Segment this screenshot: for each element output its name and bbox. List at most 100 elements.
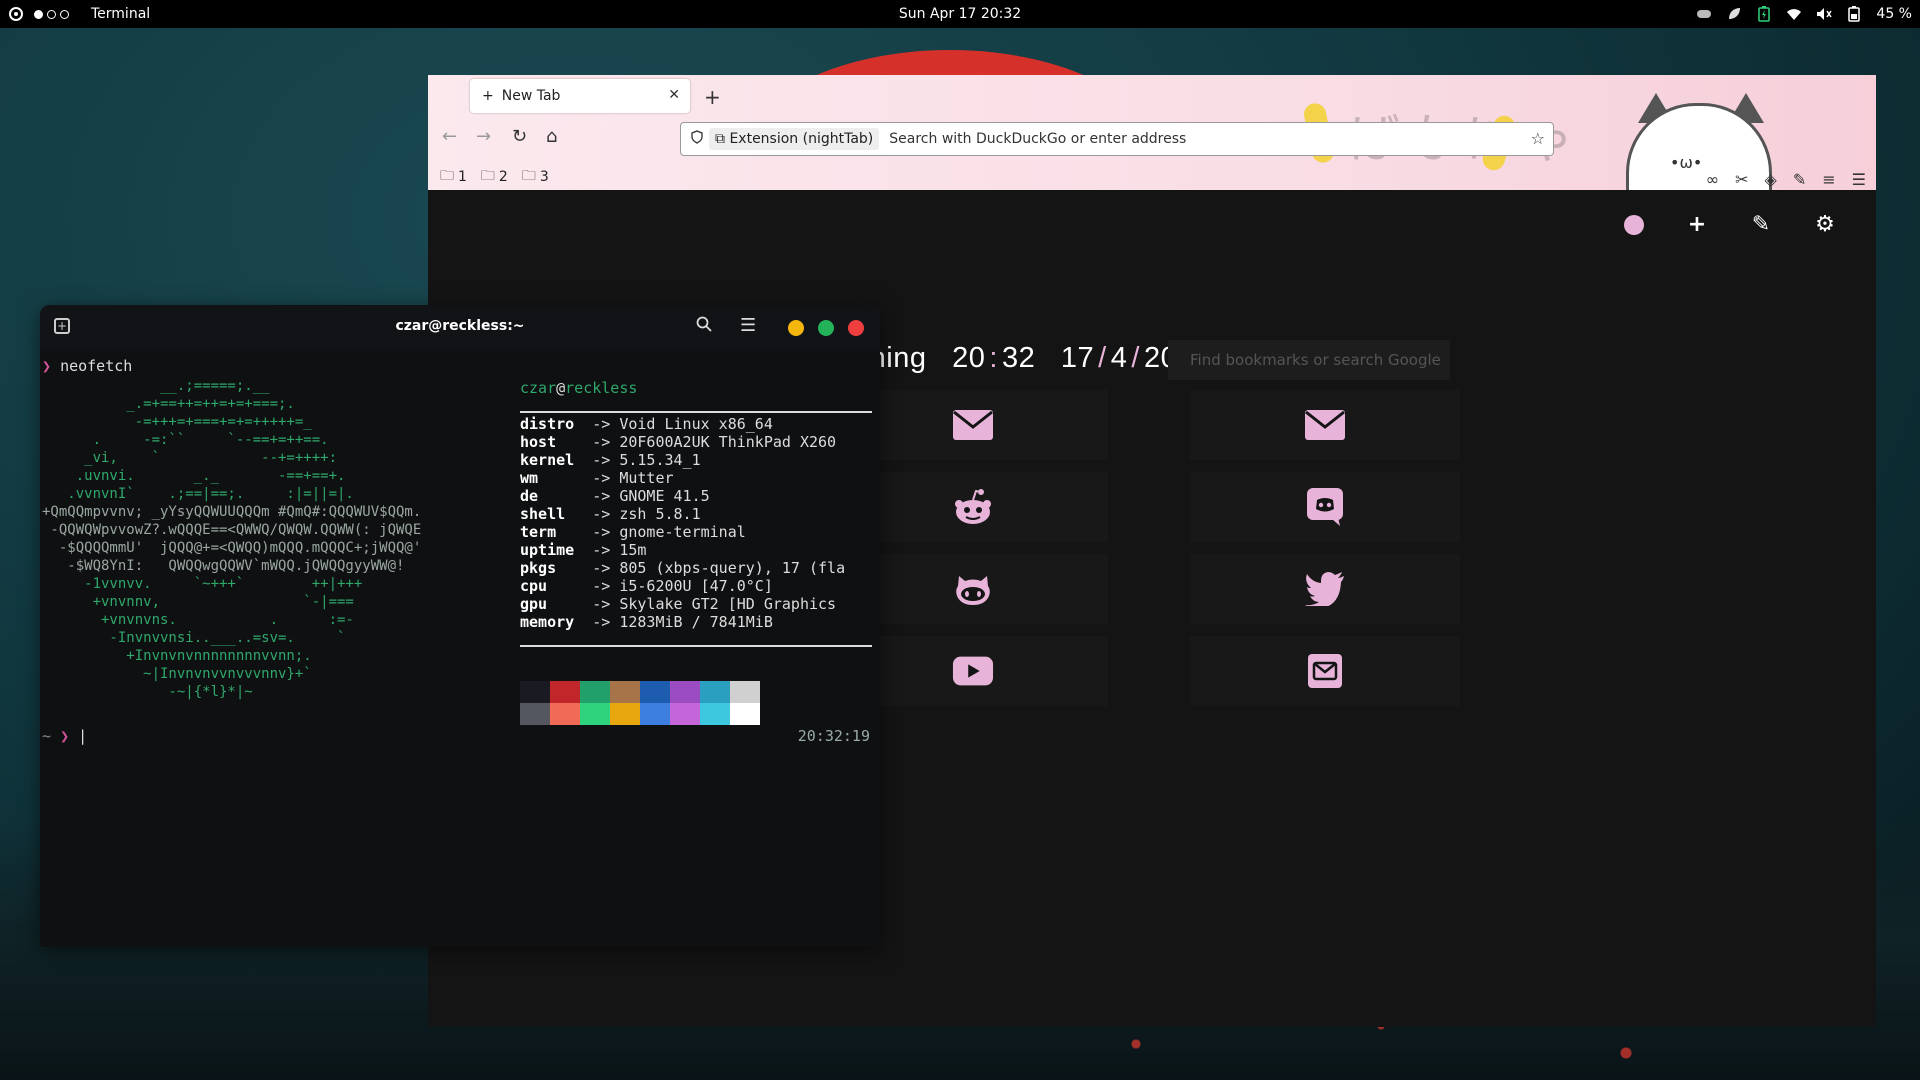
info-value: 15m — [619, 541, 647, 559]
bookmark-star-icon[interactable]: ☆ — [1531, 129, 1545, 148]
leaf-icon[interactable] — [1726, 6, 1742, 22]
info-arrow: -> — [583, 505, 620, 523]
new-tab-favicon-icon: + — [482, 88, 494, 104]
info-key: host — [520, 433, 584, 451]
info-arrow: -> — [583, 559, 620, 577]
extension-scissors-icon[interactable]: ✂ — [1735, 170, 1748, 189]
accent-color-button[interactable] — [1624, 214, 1644, 235]
color-swatch — [550, 703, 580, 725]
clock-hours: 20 — [952, 342, 986, 374]
info-row-term: term -> gnome-terminal — [520, 523, 746, 541]
battery-icon[interactable] — [1846, 6, 1862, 22]
bookmark-tile-discord[interactable] — [1190, 472, 1460, 542]
shield-icon[interactable] — [691, 130, 703, 148]
color-swatch — [520, 703, 550, 725]
date-day: 17 — [1060, 342, 1095, 374]
info-value: Mutter — [619, 469, 674, 487]
navigation-row: ← → ↻ ⌂ ⧉ Extension (nightTab) Search wi… — [428, 120, 1876, 189]
color-swatch — [670, 703, 700, 725]
info-row-distro: distro -> Void Linux x86_64 — [520, 415, 773, 433]
reddit-icon — [952, 489, 994, 525]
ascii-line: . -=:`` `--==+=++==. — [42, 432, 329, 448]
terminal-headerbar[interactable]: + czar@reckless:~ ☰ — [40, 305, 880, 351]
ascii-line: +Invnvnvnnnnnnnnvvnn;. — [42, 648, 312, 664]
close-tab-icon[interactable]: ✕ — [668, 87, 680, 103]
volume-muted-icon[interactable] — [1816, 6, 1833, 22]
wifi-icon[interactable] — [1786, 6, 1802, 22]
info-row-uptime: uptime -> 15m — [520, 541, 646, 559]
terminal-window[interactable]: + czar@reckless:~ ☰ ❯ neofetch __.;=====… — [40, 305, 880, 947]
color-swatch — [700, 681, 730, 703]
bookmark-folder-1[interactable]: 🗀 1 — [440, 165, 467, 189]
info-arrow: -> — [583, 541, 620, 559]
info-value: 5.15.34_1 — [619, 451, 701, 469]
color-swatch — [670, 681, 700, 703]
info-value: 805 (xbps-query), 17 (fla — [619, 559, 846, 577]
info-arrow: -> — [583, 451, 620, 469]
bookmark-folder-3[interactable]: 🗀 3 — [522, 165, 549, 189]
info-key: gpu — [520, 595, 584, 613]
ascii-line: +QmQQmpvvnv; _yYsyQQWUUQQQm #QmQ#:QQQWUV… — [42, 504, 422, 520]
info-separator-top — [520, 411, 872, 413]
info-row-de: de -> GNOME 41.5 — [520, 487, 710, 505]
settings-gear-icon[interactable]: ⚙ — [1814, 212, 1836, 237]
add-bookmark-icon[interactable]: + — [1686, 212, 1708, 237]
edit-pencil-icon[interactable]: ✎ — [1750, 212, 1772, 237]
ascii-line: -1vvnvv. `~+++` ++|+++ — [42, 576, 363, 592]
back-icon[interactable]: ← — [442, 126, 457, 147]
home-icon[interactable]: ⌂ — [546, 126, 557, 147]
controller-icon[interactable] — [1696, 6, 1712, 22]
battery-percentage[interactable]: 45 % — [1876, 6, 1912, 22]
reload-icon[interactable]: ↻ — [512, 126, 527, 147]
bookmark-tile-mail-square[interactable] — [1190, 636, 1460, 706]
battery-charging-icon[interactable] — [1756, 6, 1772, 22]
info-row-host: host -> 20F600A2UK ThinkPad X260 — [520, 433, 836, 451]
hamburger-menu-icon[interactable]: ☰ — [740, 315, 756, 336]
color-swatch — [700, 703, 730, 725]
prompt-line: ~ ❯ | — [42, 727, 88, 745]
close-button[interactable] — [848, 320, 864, 336]
ascii-line: .uvnvi. _._ -==+==+. — [42, 468, 346, 484]
cursor: | — [78, 727, 88, 745]
extension-tabs-icon[interactable]: ≡ — [1822, 170, 1835, 189]
ascii-line: -=+++=+===+=+=+++++=_ — [42, 414, 312, 430]
minimize-button[interactable] — [788, 320, 804, 336]
forward-icon[interactable]: → — [476, 126, 491, 147]
info-value: GNOME 41.5 — [619, 487, 710, 505]
twitter-icon — [1304, 571, 1346, 607]
github-icon — [952, 571, 994, 607]
new-tab-button[interactable]: + — [704, 85, 721, 109]
mail-square-icon — [1304, 653, 1346, 689]
clock-datetime[interactable]: Sun Apr 17 20:32 — [899, 6, 1021, 22]
color-swatch — [580, 703, 610, 725]
info-value: 20F600A2UK ThinkPad X260 — [619, 433, 837, 451]
extension-identity-badge[interactable]: ⧉ Extension (nightTab) — [709, 128, 880, 150]
info-row-gpu: gpu -> Skylake GT2 [HD Graphics — [520, 595, 836, 613]
mail-icon — [952, 407, 994, 443]
color-swatch — [730, 703, 760, 725]
puzzle-icon: ⧉ — [715, 131, 730, 147]
address-bar[interactable]: ⧉ Extension (nightTab) Search with DuckD… — [680, 122, 1554, 156]
info-value: Void Linux x86_64 — [619, 415, 773, 433]
bookmark-search-input[interactable]: Find bookmarks or search Google — [1168, 340, 1450, 380]
tab-new-tab[interactable]: + New Tab ✕ — [470, 79, 690, 113]
bookmark-folder-2[interactable]: 🗀 2 — [481, 165, 508, 189]
info-arrow: -> — [583, 487, 620, 505]
bookmark-tile-twitter[interactable] — [1190, 554, 1460, 624]
bookmark-tile-mail-2[interactable] — [1190, 390, 1460, 460]
extension-brush-icon[interactable]: ✎ — [1793, 170, 1806, 189]
prompt-symbol: ❯ — [42, 357, 52, 375]
info-arrow: -> — [583, 433, 620, 451]
info-arrow: -> — [583, 469, 620, 487]
extension-shield-icon[interactable]: ◈ — [1765, 170, 1777, 189]
maximize-button[interactable] — [818, 320, 834, 336]
search-icon[interactable] — [696, 316, 712, 336]
info-value: Skylake GT2 [HD Graphics — [619, 595, 837, 613]
command-line: ❯ neofetch — [42, 355, 132, 377]
ascii-line: +vnvnvns. . :=- — [42, 612, 354, 628]
terminal-output[interactable]: ❯ neofetch __.;=====;.__ _.=+==++=++=+=+… — [40, 351, 880, 947]
prompt-clock: 20:32:19 — [797, 727, 870, 745]
extension-mask-icon[interactable]: ∞ — [1706, 170, 1719, 189]
hamburger-menu-icon[interactable]: ☰ — [1852, 170, 1866, 189]
info-key: kernel — [520, 451, 584, 469]
